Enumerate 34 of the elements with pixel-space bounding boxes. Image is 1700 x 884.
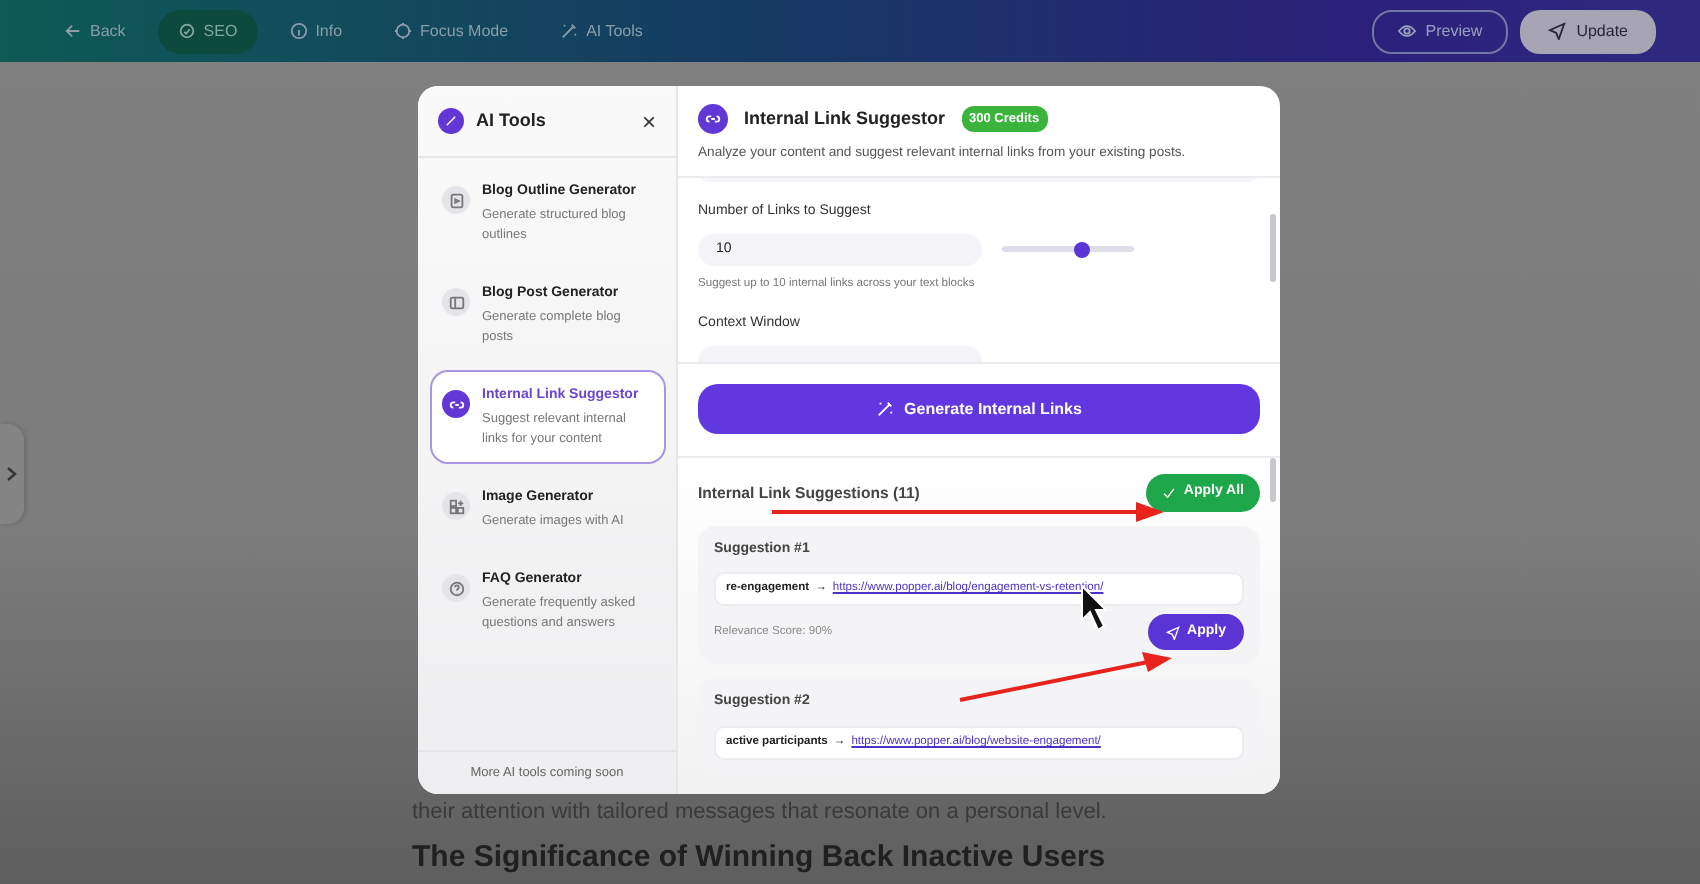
preview-button[interactable]: Preview	[1371, 9, 1509, 53]
app-logo-icon	[438, 108, 464, 134]
send-icon	[1165, 625, 1180, 640]
article-heading: The Significance of Winning Back Inactive Users	[412, 840, 1108, 876]
panel-title: Internal Link Suggestor	[744, 105, 946, 132]
question-icon	[447, 579, 465, 597]
layout-icon	[447, 293, 465, 311]
link-icon	[447, 395, 465, 413]
focus-icon	[394, 22, 413, 40]
info-icon	[289, 22, 308, 40]
image-grid-icon	[447, 497, 465, 515]
toolbar-tab[interactable]: SEO	[157, 9, 258, 53]
close-button[interactable]: ×	[641, 109, 656, 133]
chevron-right-icon	[6, 466, 18, 482]
link-icon	[704, 110, 722, 128]
document-icon	[447, 191, 465, 209]
generate-button[interactable]: Generate Internal Links	[698, 384, 1260, 435]
update-button[interactable]: Update	[1520, 9, 1656, 53]
scrollbar[interactable]	[1270, 214, 1276, 283]
sidebar-toggle[interactable]	[0, 424, 24, 524]
gauge-icon	[177, 22, 196, 40]
send-icon	[1548, 22, 1567, 40]
slider-track[interactable]	[1002, 246, 1134, 253]
scrollbar[interactable]	[1270, 458, 1276, 503]
toolbar-tab[interactable]: AI Tools	[540, 9, 663, 53]
toolbar-tab[interactable]: Focus Mode	[374, 9, 529, 53]
magic-wand-icon	[560, 22, 579, 40]
magic-wand-icon	[876, 400, 895, 419]
check-icon	[1161, 485, 1176, 500]
arrow-left-icon	[64, 22, 82, 40]
toolbar-tab[interactable]: Info	[269, 9, 363, 53]
slider-thumb[interactable]	[1073, 241, 1090, 258]
eye-icon	[1397, 22, 1416, 40]
dialog-title: AI Tools	[476, 107, 546, 134]
